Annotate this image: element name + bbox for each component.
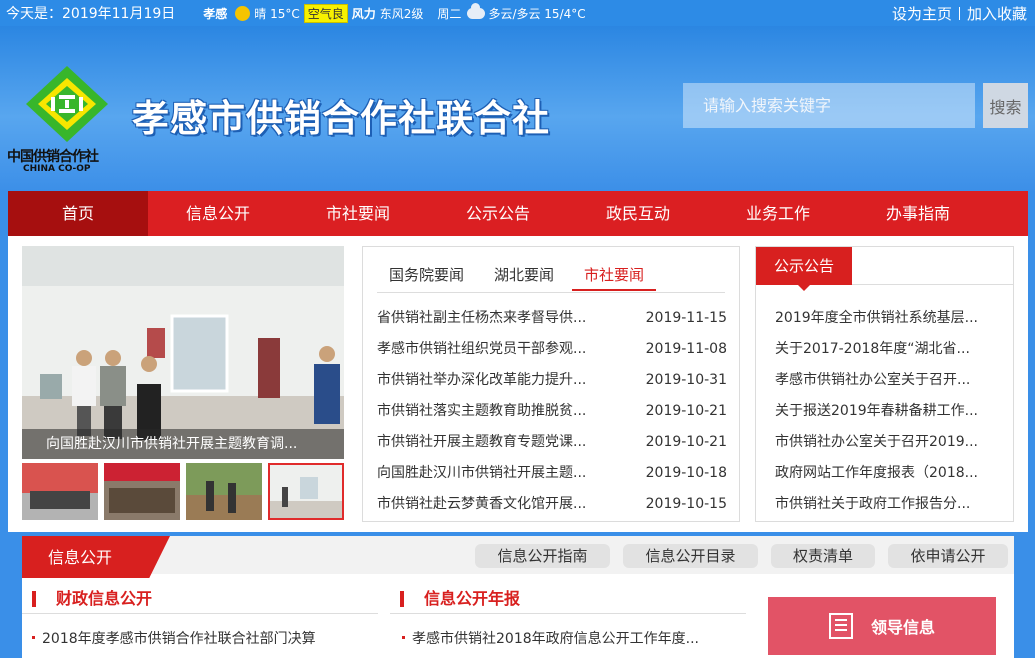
site-header: 中国供销合作社 CHINA CO-OP 孝感市供销合作社联合社 搜索 <box>0 26 1035 191</box>
news-date: 2019-10-31 <box>645 372 727 388</box>
slider-thumbnails <box>22 463 344 520</box>
wind-value: 东风2级 <box>379 6 424 21</box>
document-icon <box>828 613 853 639</box>
notice-list: 2019年度全市供销社系统基层... 关于2017-2018年度“湖北省... … <box>775 303 1000 520</box>
divider <box>958 7 960 20</box>
thumbnail-2[interactable] <box>104 463 180 520</box>
list-item[interactable]: 2018年度孝感市供销合作社联合社部门决算 <box>30 628 316 648</box>
add-favorite-link[interactable]: 加入收藏 <box>967 5 1027 23</box>
power-list-button[interactable]: 权责清单 <box>771 544 875 568</box>
list-item[interactable]: 关于报送2019年春耕备耕工作... <box>775 396 1000 427</box>
main-nav: 首页 信息公开 市社要闻 公示公告 政民互动 业务工作 办事指南 <box>8 191 1028 236</box>
divider <box>377 292 725 293</box>
list-item[interactable]: 市供销社办公室关于召开2019... <box>775 427 1000 458</box>
logo-chinese-text: 中国供销合作社 <box>7 149 99 165</box>
news-title[interactable]: 省供销社副主任杨杰来孝督导供... <box>377 303 612 334</box>
notice-panel: 公示公告 2019年度全市供销社系统基层... 关于2017-2018年度“湖北… <box>755 246 1014 522</box>
list-item[interactable]: 孝感市供销社组织党员干部参观... 2019-11-08 <box>377 334 727 365</box>
thumbnail-1[interactable] <box>22 463 98 520</box>
leader-info-label: 领导信息 <box>870 618 935 637</box>
set-home-link[interactable]: 设为主页 <box>892 5 952 23</box>
list-item[interactable]: 省供销社副主任杨杰来孝督导供... 2019-11-15 <box>377 303 727 334</box>
list-item[interactable]: 市供销社落实主题教育助推脱贫... 2019-10-21 <box>377 396 727 427</box>
top-bar: 今天是：2019年11月19日 孝感 晴 15°C 空气良 风力 东风2级 周二… <box>0 0 1035 26</box>
news-list: 省供销社副主任杨杰来孝督导供... 2019-11-15 孝感市供销社组织党员干部… <box>377 303 727 520</box>
list-item[interactable]: 市供销社关于政府工作报告分... <box>775 489 1000 520</box>
nav-item-home[interactable]: 首页 <box>8 191 148 236</box>
news-tabs: 国务院要闻 湖北要闻 市社要闻 <box>377 259 662 293</box>
logo-english-text: CHINA CO-OP <box>23 164 91 174</box>
nav-item-guide[interactable]: 办事指南 <box>848 191 988 236</box>
top-links: 设为主页 加入收藏 <box>892 3 1027 24</box>
info-guide-button[interactable]: 信息公开指南 <box>475 544 610 568</box>
site-title: 孝感市供销合作社联合社 <box>132 97 550 140</box>
nav-item-notices[interactable]: 公示公告 <box>428 191 568 236</box>
news-date: 2019-10-21 <box>645 434 727 450</box>
news-title[interactable]: 孝感市供销社组织党员干部参观... <box>377 334 612 365</box>
news-title[interactable]: 市供销社举办深化改革能力提升... <box>377 365 612 396</box>
news-date: 2019-10-15 <box>645 496 727 512</box>
apply-disclosure-button[interactable]: 依申请公开 <box>888 544 1008 568</box>
list-item[interactable]: 市供销社赴云梦黄香文化馆开展... 2019-10-15 <box>377 489 727 520</box>
news-date: 2019-10-18 <box>645 465 727 481</box>
news-title[interactable]: 市供销社赴云梦黄香文化馆开展... <box>377 489 612 520</box>
divider <box>852 284 1013 285</box>
air-quality-badge: 空气良 <box>303 3 348 23</box>
list-item[interactable]: 2019年度全市供销社系统基层... <box>775 303 1000 334</box>
tab-city-news[interactable]: 市社要闻 <box>572 259 657 291</box>
news-date: 2019-11-08 <box>645 341 727 357</box>
list-item[interactable]: 政府网站工作年度报表（2018... <box>775 458 1000 489</box>
nav-item-city-news[interactable]: 市社要闻 <box>288 191 428 236</box>
photo-slider[interactable]: 向国胜赴汉川市供销社开展主题教育调... <box>22 246 344 459</box>
notice-heading[interactable]: 公示公告 <box>756 247 852 291</box>
list-item[interactable]: 市供销社开展主题教育专题党课... 2019-10-21 <box>377 427 727 458</box>
news-title[interactable]: 市供销社落实主题教育助推脱贫... <box>377 396 612 427</box>
news-title[interactable]: 市供销社开展主题教育专题党课... <box>377 427 612 458</box>
finance-info-heading[interactable]: 财政信息公开 <box>22 588 152 610</box>
nav-item-business[interactable]: 业务工作 <box>708 191 848 236</box>
nav-item-info-public[interactable]: 信息公开 <box>148 191 288 236</box>
slider-photo <box>22 246 344 459</box>
divider <box>22 613 378 614</box>
cloud-icon <box>467 2 486 19</box>
info-section-heading[interactable]: 信息公开 <box>22 536 170 578</box>
weather-tomorrow-day: 周二 <box>437 6 462 21</box>
thumbnail-3[interactable] <box>186 463 262 520</box>
weather-today: 晴 15°C <box>254 6 300 21</box>
list-item[interactable]: 孝感市供销社2018年政府信息公开工作年度... <box>400 628 699 648</box>
annual-report-heading[interactable]: 信息公开年报 <box>390 588 520 610</box>
weather-tomorrow: 多云/多云 15/4°C <box>488 6 586 21</box>
weather-city: 孝感 <box>203 6 228 21</box>
info-catalog-button[interactable]: 信息公开目录 <box>623 544 758 568</box>
news-title[interactable]: 向国胜赴汉川市供销社开展主题... <box>377 458 612 489</box>
current-date: 今天是：2019年11月19日 <box>6 6 176 22</box>
thumbnail-4[interactable] <box>268 463 344 520</box>
slider-caption[interactable]: 向国胜赴汉川市供销社开展主题教育调... <box>22 429 344 459</box>
search-input[interactable] <box>683 83 975 128</box>
news-date: 2019-10-21 <box>645 403 727 419</box>
list-item[interactable]: 关于2017-2018年度“湖北省... <box>775 334 1000 365</box>
list-item[interactable]: 孝感市供销社办公室关于召开... <box>775 365 1000 396</box>
search-button[interactable]: 搜索 <box>983 83 1028 128</box>
sun-icon <box>235 5 251 21</box>
list-item[interactable]: 市供销社举办深化改革能力提升... 2019-10-31 <box>377 365 727 396</box>
nav-item-interaction[interactable]: 政民互动 <box>568 191 708 236</box>
leader-info-button[interactable]: 领导信息 <box>768 597 996 655</box>
tab-hubei-news[interactable]: 湖北要闻 <box>482 259 566 291</box>
wind-label: 风力 <box>351 6 376 21</box>
weather-widget: 孝感 晴 15°C 空气良 风力 东风2级 周二 多云/多云 15/4°C <box>203 2 589 23</box>
news-date: 2019-11-15 <box>645 310 727 326</box>
tab-state-council-news[interactable]: 国务院要闻 <box>377 259 476 291</box>
news-panel: 国务院要闻 湖北要闻 市社要闻 省供销社副主任杨杰来孝督导供... 2019-11… <box>362 246 740 522</box>
divider <box>390 613 746 614</box>
list-item[interactable]: 向国胜赴汉川市供销社开展主题... 2019-10-18 <box>377 458 727 489</box>
